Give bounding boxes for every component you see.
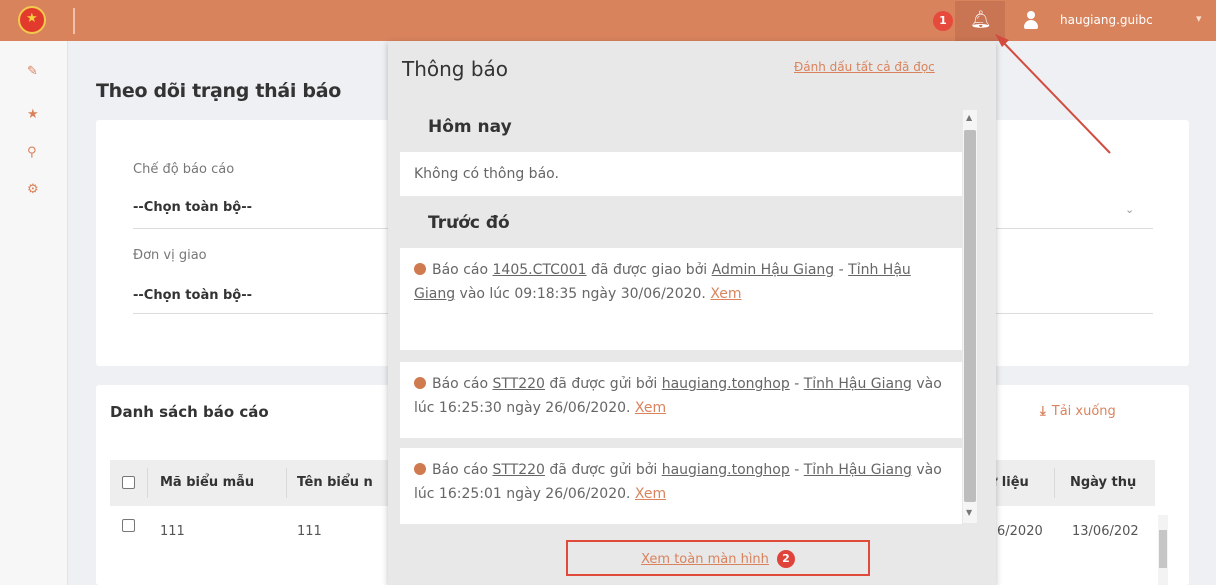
status-dot (414, 377, 426, 389)
view-fullscreen-link[interactable]: Xem toàn màn hình 2 (566, 540, 870, 576)
top-bar: ★ 🔔︎ 1 haugiang.guibc ▾ (0, 0, 1216, 41)
table-scrollbar-thumb[interactable] (1159, 530, 1167, 568)
sidebar: ✎ ★ ⚲ ⚙ (0, 41, 68, 585)
report-mode-select[interactable]: --Chọn toàn bộ-- (133, 200, 252, 215)
chevron-down-icon[interactable]: ⌄ (1125, 203, 1134, 216)
assigned-unit-label: Đơn vị giao (133, 248, 207, 263)
download-button[interactable]: ⤓ Tải xuống (1040, 404, 1116, 419)
report-code-link[interactable]: 1405.CTC001 (493, 262, 587, 278)
earlier-heading: Trước đó (428, 213, 510, 233)
view-link[interactable]: Xem (635, 486, 666, 502)
status-dot (414, 263, 426, 275)
search-icon[interactable]: ⚲ (27, 145, 37, 160)
table-cell: 111 (297, 524, 322, 539)
status-dot (414, 463, 426, 475)
settings-icon[interactable]: ⚙ (27, 182, 39, 197)
topbar-divider (73, 8, 75, 34)
today-heading: Hôm nay (428, 117, 512, 137)
notification-item[interactable]: Báo cáo 1405.CTC001 đã được giao bởi Adm… (400, 248, 962, 350)
row-checkbox[interactable] (122, 519, 135, 532)
column-header[interactable]: Mã biểu mẫu (160, 475, 254, 490)
download-label: Tải xuống (1051, 404, 1116, 419)
view-link[interactable]: Xem (635, 400, 666, 416)
actor-link[interactable]: Admin Hậu Giang (712, 262, 835, 278)
report-list-title: Danh sách báo cáo (110, 403, 269, 421)
empty-notification-text: Không có thông báo. (414, 166, 559, 182)
notification-count-badge: 1 (933, 11, 953, 31)
column-header[interactable]: Tên biểu n (297, 475, 373, 490)
notification-item[interactable]: Báo cáo STT220 đã được gửi bởi haugiang.… (400, 448, 962, 524)
star-icon: ★ (26, 11, 38, 26)
column-header[interactable]: Ngày thụ (1070, 475, 1136, 490)
notification-scrollbar-thumb[interactable] (964, 130, 976, 502)
table-cell: 111 (160, 524, 185, 539)
table-cell: 13/06/202 (1072, 524, 1139, 539)
notification-item[interactable]: Báo cáo STT220 đã được gửi bởi haugiang.… (400, 362, 962, 438)
report-code-link[interactable]: STT220 (493, 376, 545, 392)
actor-link[interactable]: haugiang.tonghop (662, 462, 790, 478)
view-fullscreen-label[interactable]: Xem toàn màn hình (641, 552, 769, 567)
scroll-down-icon[interactable]: ▼ (966, 508, 972, 517)
report-code-link[interactable]: STT220 (493, 462, 545, 478)
view-link[interactable]: Xem (710, 286, 741, 302)
province-link[interactable]: Tỉnh Hậu Giang (804, 376, 912, 392)
assigned-unit-select[interactable]: --Chọn toàn bộ-- (133, 288, 252, 303)
report-mode-label: Chế độ báo cáo (133, 162, 235, 177)
download-icon: ⤓ (1040, 404, 1046, 419)
star-icon[interactable]: ★ (27, 107, 39, 122)
pencil-icon[interactable]: ✎ (27, 64, 38, 79)
province-link[interactable]: Tỉnh Hậu Giang (804, 462, 912, 478)
mark-all-read-link[interactable]: Đánh dấu tất cả đã đọc (794, 60, 935, 74)
scroll-up-icon[interactable]: ▲ (966, 113, 972, 122)
bell-icon[interactable]: 🔔︎ (970, 10, 992, 30)
user-icon[interactable] (1024, 11, 1038, 31)
notification-title: Thông báo (402, 57, 509, 81)
chevron-down-icon[interactable]: ▾ (1196, 12, 1202, 25)
table-cell: 6/2020 (997, 524, 1043, 539)
username-menu[interactable]: haugiang.guibc (1060, 13, 1153, 27)
page-title: Theo dõi trạng thái báo (96, 80, 341, 102)
step-badge: 2 (776, 550, 795, 568)
actor-link[interactable]: haugiang.tonghop (662, 376, 790, 392)
select-all-checkbox[interactable] (122, 476, 135, 489)
national-emblem-logo[interactable]: ★ (18, 6, 46, 34)
